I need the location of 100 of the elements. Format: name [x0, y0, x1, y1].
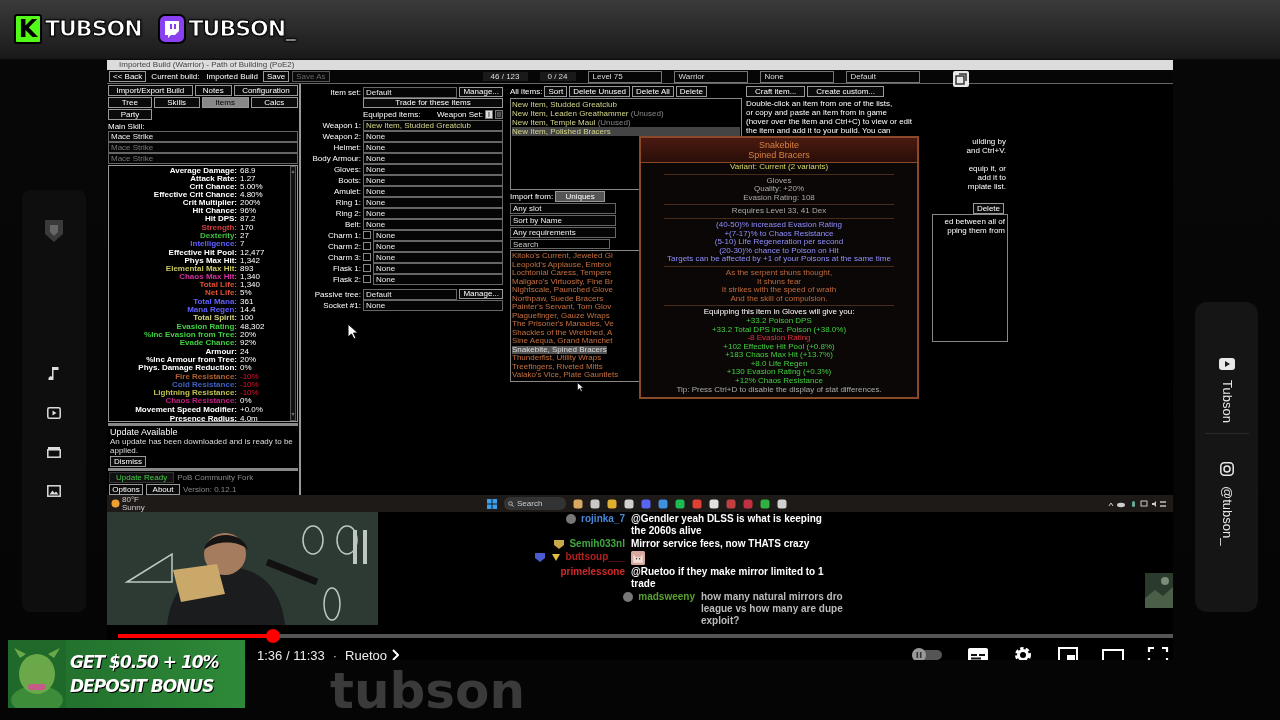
miniplayer-icon[interactable] [1057, 645, 1079, 660]
app-icon[interactable] [624, 498, 634, 509]
slot-dropdown[interactable]: None [373, 251, 503, 263]
start-icon[interactable] [487, 498, 497, 509]
checkbox[interactable] [363, 264, 371, 272]
chapter-link[interactable]: Ruetoo [345, 647, 399, 660]
item-set-dropdown[interactable]: Default [363, 86, 458, 98]
list-item[interactable]: New Item, Polished Bracers [512, 127, 740, 136]
craft-button[interactable]: Create custom... [807, 86, 885, 97]
skill-dropdown[interactable]: Mace Strike [108, 131, 298, 142]
system-tray-icons[interactable] [1107, 500, 1167, 508]
weather-icon[interactable] [111, 499, 120, 508]
captions-icon[interactable] [967, 645, 989, 660]
emblem-icon[interactable] [43, 218, 65, 244]
progress-thumb[interactable] [266, 629, 281, 643]
list-item[interactable]: Treefingers, Riveted Mitts [512, 362, 603, 371]
chat-username[interactable]: madsweeny [638, 591, 695, 603]
list-item[interactable]: New Item, Studded Greatclub [512, 100, 617, 109]
list-button[interactable]: Delete [675, 86, 707, 97]
clapperboard-icon[interactable] [47, 446, 61, 458]
passive-tree-dropdown[interactable]: Default [363, 288, 458, 300]
dropdown[interactable]: Default [845, 70, 920, 83]
slot-dropdown[interactable]: None [373, 262, 503, 274]
slot-dropdown[interactable]: None [373, 273, 503, 285]
slot-dropdown[interactable]: None [363, 130, 503, 142]
checkbox[interactable] [363, 242, 371, 250]
filter-dropdown[interactable]: Any slot [510, 203, 616, 214]
slot-dropdown[interactable]: None [363, 196, 503, 208]
ad-banner[interactable]: GET $0.50 + 10% DEPOSIT BONUS [8, 640, 245, 708]
list-item[interactable]: Thunderfist, Utility Wraps [512, 354, 602, 363]
tab[interactable]: Party [108, 109, 152, 120]
slot-dropdown[interactable]: None [363, 174, 503, 186]
manage-button[interactable]: Manage... [459, 289, 503, 299]
list-item[interactable]: Painter's Servant, Torn Glov [512, 303, 612, 312]
app-icon[interactable] [760, 498, 770, 509]
social-handle[interactable]: Tubson [1218, 380, 1235, 423]
youtube-icon[interactable] [1218, 358, 1235, 370]
list-item[interactable]: The Prisoner's Manacles, Ve [512, 320, 614, 329]
back-button[interactable]: << Back [109, 71, 147, 82]
slot-dropdown[interactable]: None [363, 152, 503, 164]
source-button[interactable]: Uniques [555, 191, 606, 202]
instagram-icon[interactable] [1219, 461, 1234, 476]
list-item[interactable]: Kitoko's Current, Jeweled Gl [512, 252, 613, 261]
dropdown[interactable]: Level 75 [587, 70, 662, 83]
list-item[interactable]: Valako's Vice, Plate Gauntlets [512, 371, 619, 380]
list-item[interactable]: Plaguefinger, Gauze Wraps [512, 311, 610, 320]
list-item[interactable]: New Item, Leaden Greathammer (Unused) [512, 109, 664, 118]
list-button[interactable]: Delete Unused [569, 86, 631, 97]
list-item[interactable]: Leopold's Applause, Embroi [512, 260, 611, 269]
chat-username[interactable]: rojinka_7 [581, 513, 625, 525]
list-item[interactable]: Sine Aequa, Grand Manchet [512, 337, 613, 346]
dropdown[interactable]: Warrior [673, 70, 748, 83]
app-icon[interactable] [777, 498, 787, 509]
checkbox[interactable] [363, 275, 371, 283]
manage-button[interactable]: Manage... [459, 87, 503, 97]
music-note-icon[interactable] [48, 366, 60, 380]
scrollbar-drawing[interactable] [290, 166, 296, 421]
filter-dropdown[interactable]: Sort by Name [510, 215, 616, 226]
tab[interactable]: Items [201, 97, 249, 108]
dropdown[interactable]: None [759, 70, 834, 83]
slot-dropdown[interactable]: None [363, 207, 503, 219]
settings-icon[interactable] [1012, 645, 1034, 660]
delete-button[interactable]: Delete [972, 203, 1004, 214]
image-icon[interactable] [47, 485, 61, 497]
list-item[interactable]: Maligaro's Virtuosity, Fine Br [512, 277, 613, 286]
checkbox[interactable] [363, 253, 371, 261]
play-icon[interactable] [47, 407, 61, 419]
app-icon[interactable] [573, 498, 583, 509]
app-icon[interactable] [607, 498, 617, 509]
app-icon[interactable] [590, 498, 600, 509]
slot-dropdown[interactable]: None [363, 185, 503, 197]
slot-dropdown[interactable]: None [373, 240, 503, 252]
slot-dropdown[interactable]: None [363, 141, 503, 153]
dismiss-button[interactable]: Dismiss [110, 456, 146, 467]
fullscreen-icon[interactable] [1147, 645, 1169, 660]
list-item[interactable]: Northpaw, Suede Bracers [512, 294, 604, 303]
list-item[interactable]: Lochtonial Caress, Tempere [512, 269, 612, 278]
socket-dropdown[interactable]: None [363, 299, 503, 311]
slot-dropdown[interactable]: None [373, 229, 503, 241]
popout-icon[interactable] [952, 70, 970, 88]
tab[interactable]: Skills [153, 97, 200, 108]
filter-dropdown[interactable]: Any requirements [510, 227, 616, 238]
chat-username[interactable]: primelessone [560, 566, 625, 578]
list-item[interactable]: New Item, Temple Maul (Unused) [512, 118, 631, 127]
autoplay-toggle[interactable] [910, 647, 944, 660]
list-button[interactable]: Sort [544, 86, 568, 97]
app-icon[interactable] [709, 498, 719, 509]
slot-dropdown[interactable]: None [363, 218, 503, 230]
tab[interactable]: Calcs [250, 97, 299, 108]
slot-dropdown[interactable]: New Item, Studded Greatclub [363, 119, 503, 131]
chat-username[interactable]: Semih033nl [569, 538, 625, 550]
app-icon[interactable] [675, 498, 685, 509]
list-button[interactable]: Delete All [632, 86, 674, 97]
tab[interactable]: Configuration [233, 85, 298, 96]
list-item[interactable]: Shackles of the Wretched, A [512, 328, 613, 337]
trade-button[interactable]: Trade for these items [363, 98, 503, 108]
social-handle[interactable]: @tubson_ [1218, 485, 1235, 546]
save-button[interactable]: Save [263, 71, 290, 82]
search-field[interactable]: Search [504, 497, 566, 510]
search-field[interactable]: Search [510, 239, 610, 249]
